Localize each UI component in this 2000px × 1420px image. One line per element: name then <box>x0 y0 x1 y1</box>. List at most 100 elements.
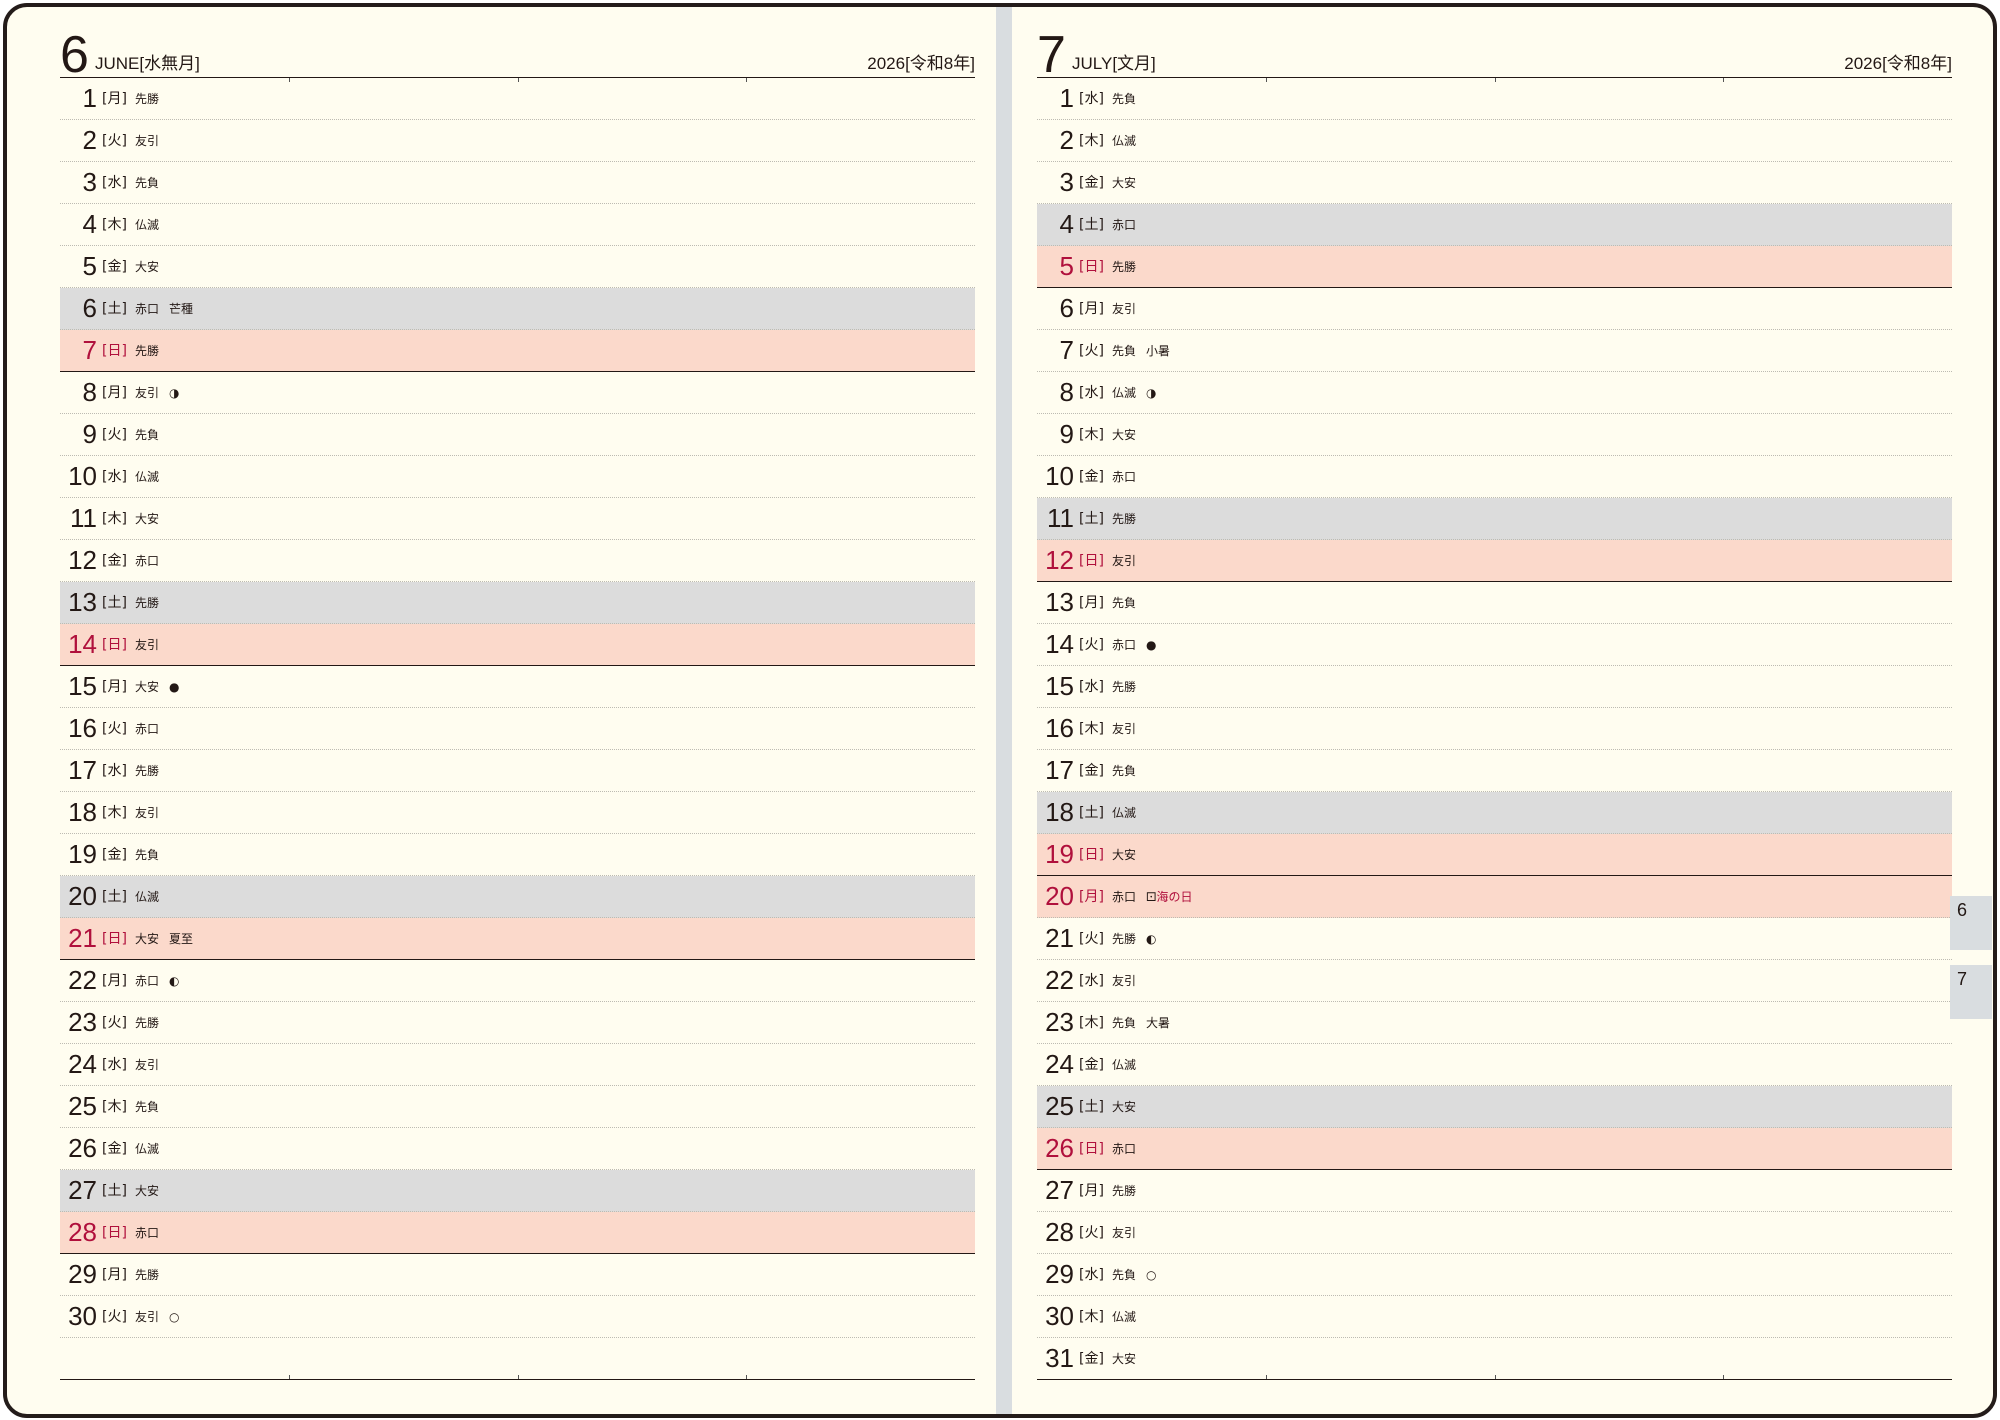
rokuyo-label: 先負 <box>135 176 160 190</box>
day-row[interactable]: 24 [金] 仏滅 <box>1037 1044 1952 1086</box>
day-row[interactable]: 17 [金] 先負 <box>1037 750 1952 792</box>
weekday-label: [火] <box>1079 343 1104 359</box>
day-row[interactable]: 11 [土] 先勝 <box>1037 498 1952 540</box>
day-row[interactable]: 25 [木] 先負 <box>60 1086 975 1128</box>
month-header: 7 JULY[文月] 2026[令和8年] <box>1037 27 1952 81</box>
day-row[interactable]: 20 [月] 赤口 ⚀海の日 <box>1037 876 1952 918</box>
day-row[interactable]: 15 [水] 先勝 <box>1037 666 1952 708</box>
day-row[interactable]: 4 [木] 仏滅 <box>60 204 975 246</box>
weekday-label: [火] <box>102 133 127 149</box>
day-row[interactable]: 1 [月] 先勝 <box>60 78 975 120</box>
day-row[interactable]: 6 [月] 友引 <box>1037 288 1952 330</box>
weekday-label: [木] <box>102 805 127 821</box>
day-row[interactable]: 9 [木] 大安 <box>1037 414 1952 456</box>
day-row[interactable]: 3 [水] 先負 <box>60 162 975 204</box>
empty-row[interactable] <box>60 1338 975 1380</box>
rokuyo-label: 友引 <box>135 1058 160 1072</box>
day-row[interactable]: 15 [月] 大安 ● <box>60 666 975 708</box>
day-number: 24 <box>68 1049 97 1079</box>
rokuyo-label: 友引 <box>1112 302 1137 316</box>
day-row[interactable]: 10 [金] 赤口 <box>1037 456 1952 498</box>
day-row[interactable]: 27 [土] 大安 <box>60 1170 975 1212</box>
weekday-label: [木] <box>102 511 127 527</box>
day-row[interactable]: 7 [日] 先勝 <box>60 330 975 372</box>
day-row[interactable]: 29 [水] 先負 ○ <box>1037 1254 1952 1296</box>
day-row[interactable]: 8 [月] 友引 ◑ <box>60 372 975 414</box>
day-row[interactable]: 18 [土] 仏滅 <box>1037 792 1952 834</box>
day-row[interactable]: 5 [日] 先勝 <box>1037 246 1952 288</box>
day-row[interactable]: 12 [金] 赤口 <box>60 540 975 582</box>
day-number: 1 <box>1059 83 1074 113</box>
weekday-label: [水] <box>1079 91 1104 107</box>
month-tab-7[interactable]: 7 <box>1950 965 1992 1019</box>
day-row[interactable]: 21 [日] 大安 夏至 <box>60 918 975 960</box>
day-row[interactable]: 12 [日] 友引 <box>1037 540 1952 582</box>
day-row[interactable]: 2 [火] 友引 <box>60 120 975 162</box>
day-row[interactable]: 4 [土] 赤口 <box>1037 204 1952 246</box>
day-row[interactable]: 8 [水] 仏滅 ◑ <box>1037 372 1952 414</box>
rokuyo-label: 先勝 <box>135 92 160 106</box>
day-row[interactable]: 27 [月] 先勝 <box>1037 1170 1952 1212</box>
day-row[interactable]: 2 [木] 仏滅 <box>1037 120 1952 162</box>
day-number: 9 <box>1059 419 1074 449</box>
day-row[interactable]: 14 [日] 友引 <box>60 624 975 666</box>
day-row[interactable]: 18 [木] 友引 <box>60 792 975 834</box>
weekday-label: [金] <box>102 259 127 275</box>
day-row[interactable]: 1 [水] 先負 <box>1037 78 1952 120</box>
day-row[interactable]: 17 [水] 先勝 <box>60 750 975 792</box>
day-row[interactable]: 19 [金] 先負 <box>60 834 975 876</box>
day-row[interactable]: 22 [水] 友引 <box>1037 960 1952 1002</box>
day-row[interactable]: 25 [土] 大安 <box>1037 1086 1952 1128</box>
weekday-label: [月] <box>1079 1183 1104 1199</box>
day-row[interactable]: 31 [金] 大安 <box>1037 1338 1952 1380</box>
day-row[interactable]: 13 [月] 先負 <box>1037 582 1952 624</box>
day-row[interactable]: 20 [土] 仏滅 <box>60 876 975 918</box>
month-number: 7 <box>1037 26 1066 84</box>
day-number: 21 <box>1045 923 1074 953</box>
day-row[interactable]: 28 [火] 友引 <box>1037 1212 1952 1254</box>
day-row[interactable]: 16 [火] 赤口 <box>60 708 975 750</box>
day-row[interactable]: 29 [月] 先勝 <box>60 1254 975 1296</box>
weekday-label: [日] <box>1079 1141 1104 1157</box>
weekday-label: [火] <box>102 1309 127 1325</box>
rokuyo-label: 先負 <box>135 848 160 862</box>
day-number: 27 <box>68 1175 97 1205</box>
rokuyo-label: 先勝 <box>135 596 160 610</box>
day-row[interactable]: 23 [火] 先勝 <box>60 1002 975 1044</box>
day-row[interactable]: 10 [水] 仏滅 <box>60 456 975 498</box>
day-row[interactable]: 19 [日] 大安 <box>1037 834 1952 876</box>
day-row[interactable]: 13 [土] 先勝 <box>60 582 975 624</box>
day-row[interactable]: 7 [火] 先負 小暑 <box>1037 330 1952 372</box>
day-row[interactable]: 14 [火] 赤口 ● <box>1037 624 1952 666</box>
rokuyo-label: 仏滅 <box>135 218 160 232</box>
day-row[interactable]: 28 [日] 赤口 <box>60 1212 975 1254</box>
page-july: 7 JULY[文月] 2026[令和8年] 1 [水] 先負 2 [木] 仏滅 3 [金] 大安… <box>1037 7 1952 1414</box>
day-number: 26 <box>68 1133 97 1163</box>
day-row[interactable]: 24 [水] 友引 <box>60 1044 975 1086</box>
day-row[interactable]: 23 [木] 先負 大暑 <box>1037 1002 1952 1044</box>
rokuyo-label: 仏滅 <box>135 890 160 904</box>
day-row[interactable]: 3 [金] 大安 <box>1037 162 1952 204</box>
day-row[interactable]: 21 [火] 先勝 ◐ <box>1037 918 1952 960</box>
weekday-label: [日] <box>1079 847 1104 863</box>
weekday-label: [木] <box>1079 721 1104 737</box>
day-row[interactable]: 26 [日] 赤口 <box>1037 1128 1952 1170</box>
day-number: 21 <box>68 923 97 953</box>
day-row[interactable]: 26 [金] 仏滅 <box>60 1128 975 1170</box>
weekday-label: [金] <box>102 553 127 569</box>
day-row[interactable]: 22 [月] 赤口 ◐ <box>60 960 975 1002</box>
binding-gutter <box>996 7 1012 1414</box>
day-row[interactable]: 16 [木] 友引 <box>1037 708 1952 750</box>
column-tick <box>517 1375 519 1379</box>
weekday-label: [金] <box>1079 469 1104 485</box>
day-row[interactable]: 6 [土] 赤口 芒種 <box>60 288 975 330</box>
rokuyo-label: 仏滅 <box>1112 134 1137 148</box>
weekday-label: [水] <box>102 763 127 779</box>
day-row[interactable]: 11 [木] 大安 <box>60 498 975 540</box>
day-row[interactable]: 30 [火] 友引 ○ <box>60 1296 975 1338</box>
day-row[interactable]: 5 [金] 大安 <box>60 246 975 288</box>
day-row[interactable]: 30 [木] 仏滅 <box>1037 1296 1952 1338</box>
weekday-label: [土] <box>102 889 127 905</box>
month-tab-6[interactable]: 6 <box>1950 896 1992 950</box>
day-row[interactable]: 9 [火] 先負 <box>60 414 975 456</box>
